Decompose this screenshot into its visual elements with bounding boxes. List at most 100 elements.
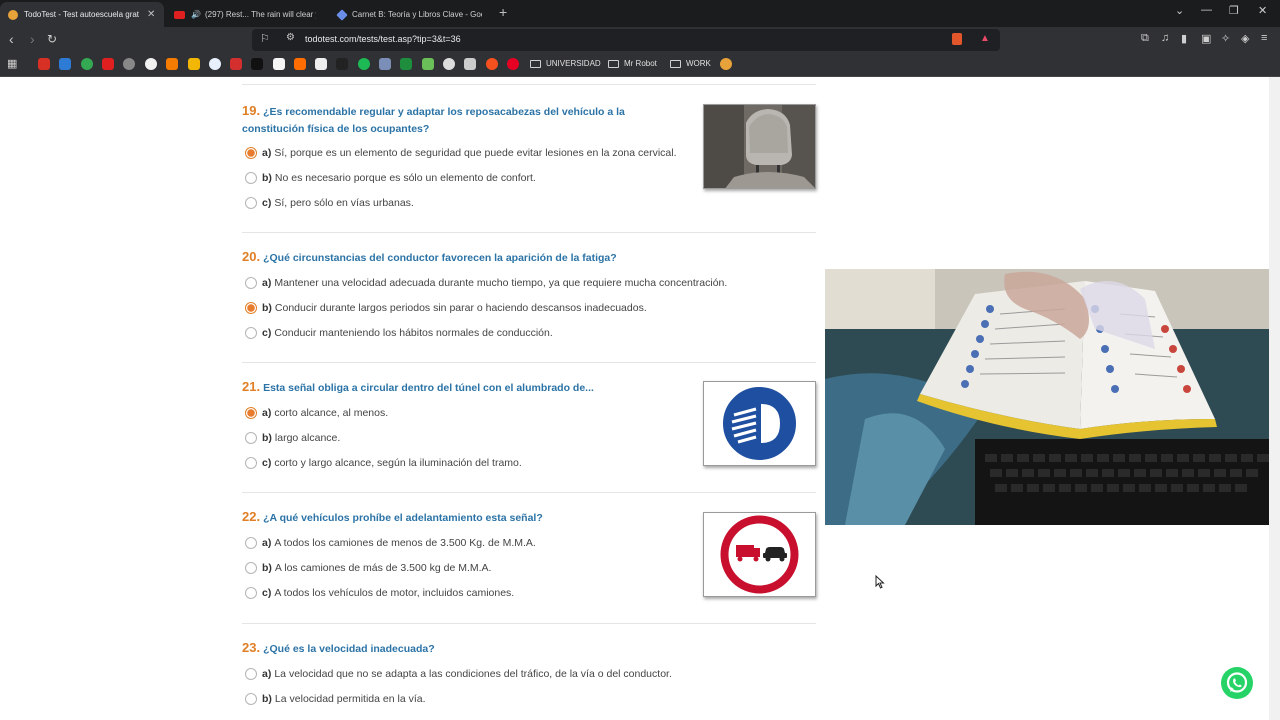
- bookmark-icon[interactable]: [486, 58, 498, 70]
- radio-selected[interactable]: [245, 302, 257, 314]
- radio[interactable]: [245, 197, 257, 209]
- bookmark-icon[interactable]: [315, 58, 327, 70]
- minimize-icon[interactable]: —: [1201, 4, 1212, 16]
- bookmark-icon[interactable]: [464, 58, 476, 70]
- spotify-bookmark-icon[interactable]: [358, 58, 370, 70]
- tab-title: TodoTest - Test autoescuela grat: [24, 10, 140, 19]
- radio[interactable]: [245, 432, 257, 444]
- question-title: 20. ¿Qué circunstancias del conductor fav…: [242, 248, 802, 267]
- site-info-icon[interactable]: ⚙: [286, 32, 295, 43]
- gmail-bookmark-icon[interactable]: [38, 58, 50, 70]
- radio[interactable]: [245, 277, 257, 289]
- bookmark-icon[interactable]: [230, 58, 242, 70]
- option-b[interactable]: b) No es necesario porque es sólo un elem…: [245, 172, 536, 184]
- radio[interactable]: [245, 172, 257, 184]
- bookmark-icon[interactable]: [400, 58, 412, 70]
- option-b[interactable]: b) largo alcance.: [245, 432, 340, 444]
- radio[interactable]: [245, 327, 257, 339]
- bookmark-icon[interactable]: [209, 58, 221, 70]
- brave-rewards-icon[interactable]: ▲: [980, 33, 990, 44]
- google-bookmark-icon[interactable]: [145, 58, 157, 70]
- option-a[interactable]: a) Sí, porque es un elemento de seguridad…: [245, 147, 677, 159]
- option-a[interactable]: a) La velocidad que no se adapta a las co…: [245, 668, 672, 680]
- bookmark-icon[interactable]: [166, 58, 178, 70]
- todotest-bookmark-icon[interactable]: [720, 58, 732, 70]
- radio[interactable]: [245, 587, 257, 599]
- wallet-icon[interactable]: ▣: [1201, 32, 1211, 45]
- option-text: Conducir durante largos periodos sin par…: [274, 302, 647, 314]
- bookmark-folder-mr-robot[interactable]: Mr Robot: [608, 59, 657, 68]
- bookmark-icon[interactable]: [294, 58, 306, 70]
- bookmark-folder-universidad[interactable]: UNIVERSIDAD: [530, 59, 601, 68]
- bookmark-folder-work[interactable]: WORK: [670, 59, 711, 68]
- option-a[interactable]: a) Mantener una velocidad adecuada durant…: [245, 277, 727, 289]
- restore-icon[interactable]: ❐: [1229, 4, 1239, 17]
- whatsapp-button[interactable]: [1221, 667, 1253, 699]
- webcam-video-overlay[interactable]: [825, 269, 1280, 525]
- option-c[interactable]: c) corto y largo alcance, según la ilumin…: [245, 457, 522, 469]
- new-tab-icon[interactable]: +: [499, 4, 507, 20]
- vpn-icon[interactable]: ◈: [1241, 32, 1249, 45]
- apps-grid-icon[interactable]: ▦: [7, 57, 17, 70]
- url-text[interactable]: todotest.com/tests/test.asp?tip=3&t=36: [305, 34, 461, 44]
- question-text: ¿A qué vehículos prohíbe el adelantamien…: [263, 512, 543, 524]
- reload-icon[interactable]: ↻: [47, 32, 57, 46]
- option-c[interactable]: c) A todos los vehículos de motor, inclui…: [245, 587, 514, 599]
- forward-icon[interactable]: ›: [30, 31, 35, 47]
- leo-ai-icon[interactable]: ✧: [1221, 32, 1230, 45]
- browser-chrome: TodoTest - Test autoescuela grat ✕ 🔊 (29…: [0, 0, 1280, 77]
- option-a[interactable]: a) corto alcance, al menos.: [245, 407, 388, 419]
- radio[interactable]: [245, 562, 257, 574]
- option-text: Sí, pero sólo en vías urbanas.: [274, 197, 414, 209]
- chevron-down-icon[interactable]: ⌄: [1175, 4, 1184, 17]
- tab-youtube[interactable]: 🔊 (297) Rest... The rain will clear yo: [166, 2, 324, 27]
- youtube-favicon-icon: [174, 10, 185, 19]
- tab-gemini[interactable]: Carnet B: Teoría y Libros Clave - Goo: [330, 2, 490, 27]
- option-a[interactable]: a) A todos los camiones de menos de 3.500…: [245, 537, 536, 549]
- folder-label: WORK: [686, 59, 711, 68]
- pinterest-bookmark-icon[interactable]: [507, 58, 519, 70]
- brave-shield-icon[interactable]: [952, 33, 962, 45]
- folder-icon: [608, 59, 619, 68]
- chrome-bookmark-icon[interactable]: [81, 58, 93, 70]
- option-c[interactable]: c) Conducir manteniendo los hábitos norma…: [245, 327, 553, 339]
- radio[interactable]: [245, 537, 257, 549]
- bookmark-icon[interactable]: ⚐: [260, 32, 270, 45]
- radio-selected[interactable]: [245, 147, 257, 159]
- bookmark-icon[interactable]: [273, 58, 285, 70]
- menu-icon[interactable]: ≡: [1261, 32, 1267, 44]
- drive-bookmark-icon[interactable]: [59, 58, 71, 70]
- option-b[interactable]: b) Conducir durante largos periodos sin p…: [245, 302, 647, 314]
- close-window-icon[interactable]: ✕: [1258, 4, 1267, 17]
- radio-selected[interactable]: [245, 407, 257, 419]
- option-b[interactable]: b) La velocidad permitida en la vía.: [245, 693, 426, 705]
- option-b[interactable]: b) A los camiones de más de 3.500 kg de M…: [245, 562, 491, 574]
- bookmark-icon[interactable]: [422, 58, 434, 70]
- scrollbar[interactable]: [1269, 77, 1280, 720]
- bookmark-icon[interactable]: [443, 58, 455, 70]
- back-icon[interactable]: ‹: [9, 31, 14, 47]
- radio[interactable]: [245, 457, 257, 469]
- option-c[interactable]: c) Sí, pero sólo en vías urbanas.: [245, 197, 414, 209]
- divider: [242, 623, 816, 624]
- divider: [242, 362, 816, 363]
- radio[interactable]: [245, 693, 257, 705]
- tab-title: Carnet B: Teoría y Libros Clave - Goo: [352, 10, 482, 19]
- extensions-icon[interactable]: ⧉: [1141, 32, 1149, 45]
- option-letter: c): [262, 327, 272, 339]
- question-23: 23. ¿Qué es la velocidad inadecuada? a) La…: [242, 639, 816, 705]
- radio[interactable]: [245, 668, 257, 680]
- youtube-bookmark-icon[interactable]: [102, 58, 114, 70]
- bookmark-icon[interactable]: [379, 58, 391, 70]
- bookmark-icon[interactable]: [336, 58, 348, 70]
- page-content: 19. ¿Es recomendable regular y adaptar lo…: [0, 77, 1280, 720]
- close-tab-icon[interactable]: ✕: [147, 9, 155, 20]
- sidebar-icon[interactable]: ▮: [1181, 32, 1187, 45]
- tab-todotest[interactable]: TodoTest - Test autoescuela grat ✕: [0, 2, 164, 27]
- music-icon[interactable]: ♫: [1161, 32, 1169, 44]
- bookmark-icon[interactable]: [123, 58, 135, 70]
- option-letter: a): [262, 277, 272, 289]
- bookmark-icon[interactable]: [188, 58, 200, 70]
- bookmark-icon[interactable]: [251, 58, 263, 70]
- address-bar[interactable]: ⚐ ⚙ todotest.com/tests/test.asp?tip=3&t=…: [252, 29, 1000, 51]
